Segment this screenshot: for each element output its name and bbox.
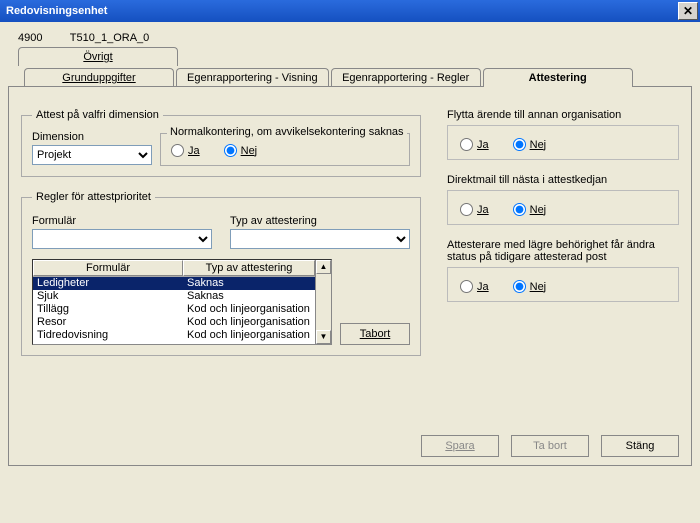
table-row[interactable]: LedigheterSaknas (33, 277, 315, 290)
typ-select[interactable] (230, 229, 410, 249)
cell-typ: Kod och linjeorganisation (183, 316, 315, 329)
header-line: 4900 T510_1_ORA_0 (18, 32, 690, 44)
flytta-ja-radio[interactable] (460, 138, 473, 151)
header-formular[interactable]: Formulär (33, 260, 183, 276)
cell-typ: Saknas (183, 290, 315, 303)
dimension-select[interactable]: Projekt (32, 145, 152, 165)
table-row[interactable]: ResorKod och linjeorganisation (33, 316, 315, 329)
tab-panel: Attest på valfri dimension Dimension Pro… (8, 86, 692, 466)
cell-formular: Tidredovisning (33, 329, 183, 342)
direktmail-group: Ja Nej (447, 190, 679, 225)
lagre-ja-radio[interactable] (460, 280, 473, 293)
flytta-ja[interactable]: Ja (460, 138, 489, 151)
regler-legend: Regler för attestprioritet (32, 191, 155, 203)
table-row[interactable]: TilläggKod och linjeorganisation (33, 303, 315, 316)
tab-egenrapportering-visning[interactable]: Egenrapportering - Visning (176, 68, 329, 87)
normalkontering-nej-radio[interactable] (224, 144, 237, 157)
attest-dimension-legend: Attest på valfri dimension (32, 109, 163, 121)
stang-button[interactable]: Stäng (601, 435, 679, 457)
scroll-up-icon[interactable]: ▲ (316, 260, 331, 274)
cell-typ: Kod och linjeorganisation (183, 303, 315, 316)
table-row[interactable]: SjukSaknas (33, 290, 315, 303)
cell-formular: Resor (33, 316, 183, 329)
regler-listview[interactable]: Formulär Typ av attestering LedigheterSa… (32, 259, 332, 345)
dimension-label: Dimension (32, 131, 152, 143)
header-typ[interactable]: Typ av attestering (183, 260, 315, 276)
normalkontering-ja-radio[interactable] (171, 144, 184, 157)
close-button[interactable]: ✕ (678, 2, 698, 20)
formular-select[interactable] (32, 229, 212, 249)
spara-button[interactable]: Spara (421, 435, 499, 457)
normalkontering-group: Normalkontering, om avvikelsekontering s… (160, 133, 410, 166)
footer-tabort-button[interactable]: Ta bort (511, 435, 589, 457)
normalkontering-legend: Normalkontering, om avvikelsekontering s… (167, 126, 407, 138)
lagre-nej-radio[interactable] (513, 280, 526, 293)
normalkontering-nej[interactable]: Nej (224, 144, 258, 157)
org-name: T510_1_ORA_0 (70, 32, 150, 44)
cell-formular: Sjuk (33, 290, 183, 303)
listview-header: Formulär Typ av attestering (33, 260, 315, 277)
org-code: 4900 (18, 32, 42, 44)
table-row[interactable]: TidredovisningKod och linjeorganisation (33, 329, 315, 342)
flytta-nej-radio[interactable] (513, 138, 526, 151)
regler-group: Regler för attestprioritet Formulär Typ … (21, 191, 421, 356)
cell-formular: Ledigheter (33, 277, 183, 290)
flytta-label: Flytta ärende till annan organisation (447, 109, 679, 121)
direktmail-nej[interactable]: Nej (513, 203, 547, 216)
tab-ovrigt[interactable]: Övrigt (18, 47, 178, 66)
cell-formular: Tillägg (33, 303, 183, 316)
flytta-nej[interactable]: Nej (513, 138, 547, 151)
formular-label: Formulär (32, 215, 212, 227)
tabort-button[interactable]: Tabort (340, 323, 410, 345)
direktmail-label: Direktmail till nästa i attestkedjan (447, 174, 679, 186)
typ-label: Typ av attestering (230, 215, 410, 227)
close-icon: ✕ (683, 4, 693, 18)
lagre-group: Ja Nej (447, 267, 679, 302)
lagre-ja[interactable]: Ja (460, 280, 489, 293)
lagre-label: Attesterare med lägre behörighet får änd… (447, 239, 679, 263)
tab-attestering[interactable]: Attestering (483, 68, 633, 87)
lagre-nej[interactable]: Nej (513, 280, 547, 293)
direktmail-nej-radio[interactable] (513, 203, 526, 216)
tab-egenrapportering-regler[interactable]: Egenrapportering - Regler (331, 68, 481, 87)
direktmail-ja-radio[interactable] (460, 203, 473, 216)
normalkontering-ja[interactable]: Ja (171, 144, 200, 157)
tab-grunduppgifter[interactable]: Grunduppgifter (24, 68, 174, 87)
title-bar: Redovisningsenhet ✕ (0, 0, 700, 22)
attest-dimension-group: Attest på valfri dimension Dimension Pro… (21, 109, 421, 177)
window-title: Redovisningsenhet (6, 5, 107, 17)
flytta-group: Ja Nej (447, 125, 679, 160)
cell-typ: Saknas (183, 277, 315, 290)
scroll-down-icon[interactable]: ▼ (316, 330, 331, 344)
direktmail-ja[interactable]: Ja (460, 203, 489, 216)
listview-scrollbar[interactable]: ▲ ▼ (315, 260, 331, 344)
cell-typ: Kod och linjeorganisation (183, 329, 315, 342)
